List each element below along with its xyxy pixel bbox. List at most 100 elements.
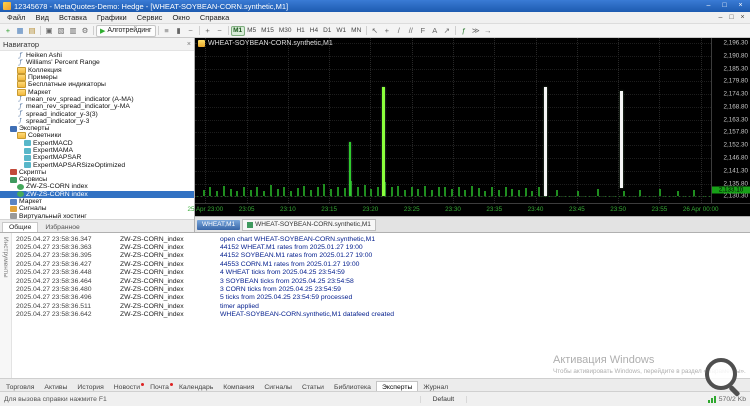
mdi-minimize-button[interactable]: –: [715, 14, 726, 21]
navigator-item-11[interactable]: Советники: [0, 132, 194, 140]
algo-trading-button[interactable]: ▶ Алготрейдинг: [96, 24, 156, 37]
navigator-item-18[interactable]: ZW-ZS-CORN index: [0, 183, 194, 190]
price-spike-0: [348, 141, 351, 196]
log-source-cell: ZW-ZS-CORN_index: [120, 286, 184, 294]
navigator-item-19[interactable]: ZW-ZS-CORN index: [0, 190, 194, 198]
volume-tick: [518, 189, 521, 196]
autoscroll-icon[interactable]: ≫: [470, 25, 482, 36]
log-row-9[interactable]: 2025.04.27 23:58:36.642 ZW-ZS-CORN_index W…: [12, 311, 750, 319]
time-axis-label: 25 Apr 23:00: [187, 206, 224, 213]
timeframe-h4-button[interactable]: H4: [307, 26, 320, 36]
screen-magnifier-icon[interactable]: [703, 356, 745, 398]
navigator-item-15[interactable]: ExpertMAPSARSizeOptimized: [0, 161, 194, 169]
volume-tick: [283, 186, 286, 196]
timeframe-d1-button[interactable]: D1: [321, 26, 334, 36]
mdi-restore-button[interactable]: □: [726, 14, 737, 21]
time-axis[interactable]: 25 Apr 23:00 23:05 23:10 23:15 23:20 23:25 23:…: [187, 203, 750, 216]
navigator-item-20[interactable]: Маркет: [0, 198, 194, 205]
maximize-button[interactable]: □: [718, 1, 731, 11]
navigator-item-3[interactable]: Примеры: [0, 74, 194, 82]
new-chart-icon[interactable]: ▦: [14, 25, 26, 36]
navigator-toggle-icon[interactable]: ▧: [55, 25, 67, 36]
cursor-icon[interactable]: ↖: [369, 25, 381, 36]
fibonacci-icon[interactable]: F: [417, 25, 429, 36]
volume-tick: [491, 187, 494, 196]
navigator-item-4[interactable]: Бесплатные индикаторы: [0, 81, 194, 89]
price-axis[interactable]: 2,133.10 2,196.30 2,190.80 2,185.30 2,179.8…: [711, 38, 750, 203]
log-row-3[interactable]: 2025.04.27 23:58:36.427 ZW-ZS-CORN_index 4…: [12, 260, 750, 268]
timeframe-m30-button[interactable]: M30: [276, 26, 294, 36]
navigator-item-16[interactable]: Скрипты: [0, 169, 194, 176]
timeframe-mn-button[interactable]: MN: [349, 26, 364, 36]
log-row-7[interactable]: 2025.04.27 23:58:36.496 ZW-ZS-CORN_index 5…: [12, 294, 750, 302]
chart-shift-icon[interactable]: →: [482, 25, 494, 36]
navigator-item-21[interactable]: Сигналы: [0, 205, 194, 212]
log-row-0[interactable]: 2025.04.27 23:58:36.347 ZW-ZS-CORN_index o…: [12, 235, 750, 243]
navigator-item-17[interactable]: Сервисы: [0, 176, 194, 183]
new-order-icon[interactable]: +: [2, 25, 14, 36]
chart-plot[interactable]: WHEAT-SOYBEAN-CORN.synthetic,M1: [195, 38, 711, 203]
navigator-item-14[interactable]: ExpertMAPSAR: [0, 154, 194, 161]
volume-tick: [597, 188, 600, 196]
menu-item-6[interactable]: Справка: [195, 13, 234, 22]
mdi-close-button[interactable]: ×: [737, 14, 748, 21]
minimize-button[interactable]: –: [702, 1, 715, 11]
navigator-close-icon[interactable]: ×: [187, 41, 191, 48]
status-profile[interactable]: Default: [419, 396, 468, 403]
navigator-item-9[interactable]: ƒ spread_indicator_y-3: [0, 118, 194, 125]
bars-chart-icon[interactable]: ≡: [161, 25, 173, 36]
navigator-tab-favorites[interactable]: Избранное: [39, 223, 85, 232]
active-chart-tab[interactable]: WHEAT-SOYBEAN-CORN.synthetic,M1: [242, 218, 376, 231]
toolbox-panel: Инструменты 2025.04.27 23:58:36.347 ZW-ZS…: [0, 232, 750, 379]
indicators-icon[interactable]: ƒ: [458, 25, 470, 36]
minimized-chart-tab[interactable]: WHEAT,M1: [197, 219, 241, 230]
log-row-6[interactable]: 2025.04.27 23:58:36.480 ZW-ZS-CORN_index 3…: [12, 285, 750, 293]
timeframe-m5-button[interactable]: M5: [245, 26, 259, 36]
navigator-item-5[interactable]: Маркет: [0, 88, 194, 96]
log-row-8[interactable]: 2025.04.27 23:58:36.511 ZW-ZS-CORN_index t…: [12, 302, 750, 310]
log-row-2[interactable]: 2025.04.27 23:58:36.395 ZW-ZS-CORN_index 4…: [12, 252, 750, 260]
channel-icon[interactable]: //: [405, 25, 417, 36]
menu-item-5[interactable]: Окно: [167, 13, 194, 22]
zoom-in-icon[interactable]: +: [202, 25, 214, 36]
navigator-item-1[interactable]: ƒ Williams' Percent Range: [0, 59, 194, 66]
zoom-out-icon[interactable]: −: [214, 25, 226, 36]
navigator-item-12[interactable]: ExpertMACD: [0, 140, 194, 147]
chart-profiles-icon[interactable]: ▤: [26, 25, 38, 36]
navigator-item-8[interactable]: ƒ spread_indicator_y-3(3): [0, 110, 194, 118]
navigator-item-13[interactable]: ExpertMAMA: [0, 147, 194, 154]
navigator-item-6[interactable]: ƒ mean_rev_spread_indicator (A-MA): [0, 96, 194, 103]
navigator-item-10[interactable]: Эксперты: [0, 125, 194, 132]
timeframe-h1-button[interactable]: H1: [294, 26, 307, 36]
data-window-icon[interactable]: ▥: [67, 25, 79, 36]
trendline-icon[interactable]: /: [393, 25, 405, 36]
horizontal-gridline: [195, 196, 711, 198]
menu-item-4[interactable]: Сервис: [132, 13, 168, 22]
menu-item-1[interactable]: Вид: [30, 13, 54, 22]
text-label-icon[interactable]: A: [429, 25, 441, 36]
arrow-object-icon[interactable]: ↗: [441, 25, 453, 36]
log-row-4[interactable]: 2025.04.27 23:58:36.448 ZW-ZS-CORN_index 4…: [12, 269, 750, 277]
log-row-5[interactable]: 2025.04.27 23:58:36.464 ZW-ZS-CORN_index 3…: [12, 277, 750, 285]
menu-item-2[interactable]: Вставка: [54, 13, 92, 22]
strategy-tester-icon[interactable]: ⚙: [79, 25, 91, 36]
navigator-item-7[interactable]: ƒ mean_rev_spread_indicator_y-MA: [0, 103, 194, 110]
close-button[interactable]: ×: [734, 1, 747, 11]
log-row-1[interactable]: 2025.04.27 23:58:36.363 ZW-ZS-CORN_index 4…: [12, 243, 750, 251]
toolbox-toggle-icon[interactable]: ▣: [43, 25, 55, 36]
title-bar: 12345678 - MetaQuotes-Demo: Hedge - [WHE…: [0, 0, 750, 12]
crosshair-icon[interactable]: +: [381, 25, 393, 36]
timeframe-w1-button[interactable]: W1: [334, 26, 349, 36]
toolbox-side-tab[interactable]: Инструменты: [0, 233, 12, 379]
robot-icon: [24, 140, 31, 147]
timeframe-m15-button[interactable]: M15: [259, 26, 277, 36]
line-chart-icon[interactable]: ~: [185, 25, 197, 36]
navigator-item-0[interactable]: ƒ Heiken Ashi: [0, 52, 194, 59]
menu-item-0[interactable]: Файл: [2, 13, 30, 22]
candles-chart-icon[interactable]: ▮: [173, 25, 185, 36]
navigator-tab-common[interactable]: Общие: [2, 222, 39, 232]
navigator-item-2[interactable]: Коллекция: [0, 66, 194, 74]
price-axis-label: 2,179.80: [723, 77, 748, 85]
timeframe-m1-button[interactable]: M1: [230, 25, 245, 36]
menu-item-3[interactable]: Графики: [92, 13, 132, 22]
